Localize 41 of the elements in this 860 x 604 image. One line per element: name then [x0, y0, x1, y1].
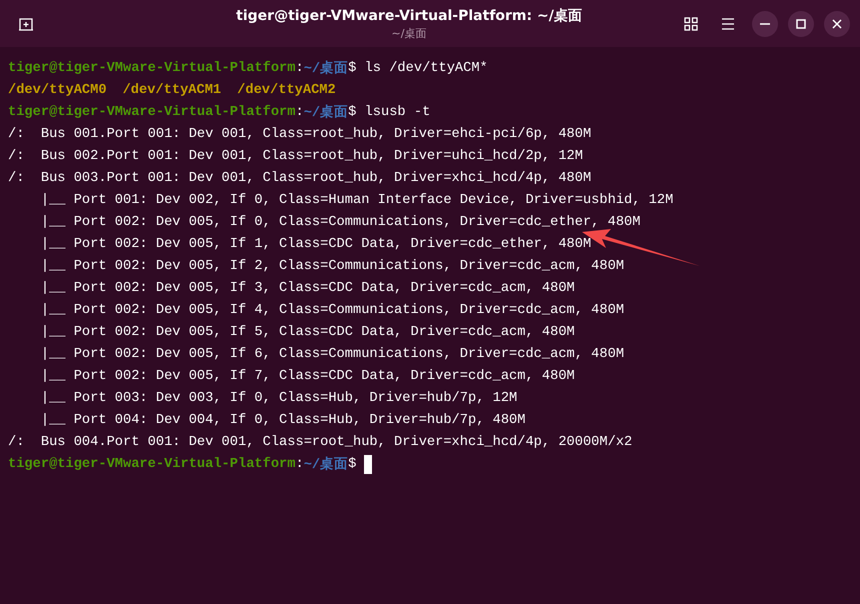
output-line: |__ Port 002: Dev 005, If 0, Class=Communications, Driver=cdc_ether, 480M [40, 214, 640, 230]
prompt-path: ~/桌面 [304, 104, 348, 121]
output-line: |__ Port 002: Dev 005, If 5, Class=CDC Data, Driver=cdc_acm, 480M [40, 324, 575, 340]
maximize-button[interactable] [788, 10, 814, 36]
window-subtitle: ~/桌面 [392, 26, 426, 40]
prompt-path: ~/桌面 [304, 60, 348, 77]
output-line: |__ Port 004: Dev 004, If 0, Class=Hub, Driver=hub/7p, 480M [40, 412, 526, 428]
output-line: |__ Port 002: Dev 005, If 1, Class=CDC Data, Driver=cdc_ether, 480M [40, 236, 592, 252]
prompt-separator: : [295, 456, 304, 472]
command-text: $ ls /dev/ttyACM* [348, 60, 488, 76]
close-button[interactable] [824, 10, 850, 36]
device-file-name: /dev/ttyACM2 [237, 82, 336, 98]
maximize-icon [796, 18, 806, 28]
device-file-name: /dev/ttyACM1 [122, 82, 222, 98]
output-line: |__ Port 002: Dev 005, If 3, Class=CDC Data, Driver=cdc_acm, 480M [40, 280, 575, 296]
output-line: |__ Port 003: Dev 003, If 0, Class=Hub, Driver=hub/7p, 12M [40, 390, 518, 406]
grid-icon [684, 16, 698, 30]
command-text: $ lsusb -t [348, 104, 430, 120]
window-title: tiger@tiger-VMware-Virtual-Platform: ~/桌面 [236, 6, 582, 24]
prompt-separator: : [295, 60, 304, 76]
minimize-icon [760, 22, 770, 24]
prompt-separator: : [295, 104, 304, 120]
prompt-path: ~/桌面 [304, 456, 348, 473]
close-icon [832, 18, 842, 28]
output-line: /: Bus 001.Port 001: Dev 001, Class=root_hub, Driver=ehci-pci/6p, 480M [8, 126, 592, 142]
output-line: |__ Port 002: Dev 005, If 7, Class=CDC Data, Driver=cdc_acm, 480M [40, 368, 575, 384]
prompt-user: tiger@tiger-VMware-Virtual-Platform [8, 60, 296, 76]
output-line: |__ Port 002: Dev 005, If 2, Class=Communications, Driver=cdc_acm, 480M [40, 258, 624, 274]
output-line: /: Bus 004.Port 001: Dev 001, Class=root_hub, Driver=xhci_hcd/4p, 20000M/x2 [8, 434, 632, 450]
output-line: |__ Port 002: Dev 005, If 6, Class=Communications, Driver=cdc_acm, 480M [40, 346, 624, 362]
minimize-button[interactable] [752, 10, 778, 36]
device-file-name: /dev/ttyACM0 [8, 82, 107, 98]
output-line: |__ Port 001: Dev 002, If 0, Class=Human Interface Device, Driver=usbhid, 12M [40, 192, 674, 208]
command-text: $ [348, 456, 356, 472]
new-tab-icon [18, 16, 34, 32]
output-line: /: Bus 003.Port 001: Dev 001, Class=root_hub, Driver=xhci_hcd/4p, 480M [8, 170, 592, 186]
output-line: /: Bus 002.Port 001: Dev 001, Class=root_hub, Driver=uhci_hcd/2p, 12M [8, 148, 583, 164]
output-line: |__ Port 002: Dev 005, If 4, Class=Communications, Driver=cdc_acm, 480M [40, 302, 624, 318]
prompt-user: tiger@tiger-VMware-Virtual-Platform [8, 456, 296, 472]
prompt-user: tiger@tiger-VMware-Virtual-Platform [8, 104, 296, 120]
menu-icon [721, 18, 735, 30]
